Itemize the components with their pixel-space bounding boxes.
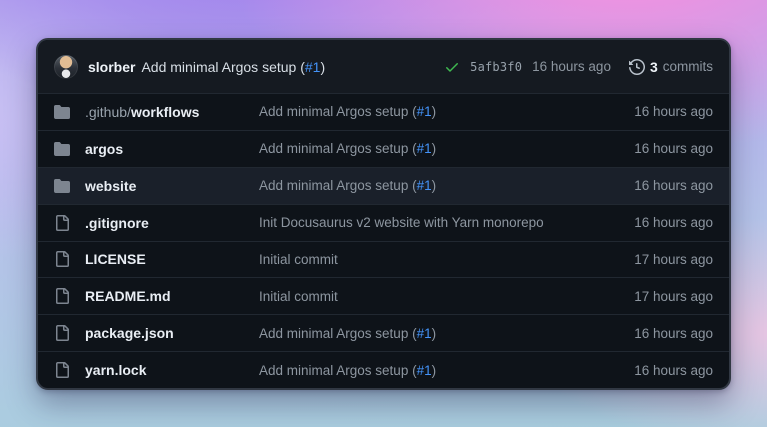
- file-icon: [54, 288, 70, 304]
- row-commit-message[interactable]: Init Docusaurus v2 website with Yarn mon…: [259, 215, 593, 230]
- file-name[interactable]: yarn.lock: [85, 362, 146, 378]
- file-name[interactable]: website: [85, 178, 136, 194]
- file-name[interactable]: argos: [85, 141, 123, 157]
- file-name-link[interactable]: package.json: [85, 325, 174, 341]
- file-name[interactable]: workflows: [131, 104, 199, 120]
- file-row[interactable]: yarn.lock Add minimal Argos setup (#1) 1…: [38, 351, 729, 388]
- row-commit-message-suffix: ): [432, 178, 437, 193]
- file-name[interactable]: README.md: [85, 288, 171, 304]
- file-name-link[interactable]: .github/workflows: [85, 104, 199, 120]
- file-name-cell: .gitignore: [54, 215, 259, 231]
- file-row[interactable]: .github/workflows Add minimal Argos setu…: [38, 93, 729, 130]
- commit-author[interactable]: slorber: [88, 59, 135, 75]
- file-name-link[interactable]: LICENSE: [85, 251, 146, 267]
- commit-history-link[interactable]: 3 commits: [629, 59, 713, 75]
- row-pr-link[interactable]: #1: [417, 141, 432, 156]
- file-row[interactable]: LICENSE Initial commit 17 hours ago: [38, 241, 729, 278]
- latest-commit-bar: slorber Add minimal Argos setup (#1) 5af…: [38, 40, 729, 93]
- row-commit-time: 16 hours ago: [593, 363, 713, 378]
- row-commit-message-text[interactable]: Add minimal Argos setup (: [259, 141, 417, 156]
- row-commit-time: 17 hours ago: [593, 252, 713, 267]
- file-name-link[interactable]: README.md: [85, 288, 171, 304]
- file-name-cell: website: [54, 178, 259, 194]
- row-commit-time: 16 hours ago: [593, 141, 713, 156]
- row-commit-message-suffix: ): [432, 363, 437, 378]
- commit-hash[interactable]: 5afb3f0: [470, 60, 522, 74]
- row-commit-message-suffix: ): [432, 326, 437, 341]
- row-commit-time: 16 hours ago: [593, 326, 713, 341]
- file-name-cell: .github/workflows: [54, 104, 259, 120]
- file-name[interactable]: package.json: [85, 325, 174, 341]
- commit-message[interactable]: Add minimal Argos setup (#1): [141, 59, 325, 75]
- row-pr-link[interactable]: #1: [417, 326, 432, 341]
- file-name-prefix[interactable]: .github/: [85, 104, 131, 120]
- row-commit-message-text[interactable]: Add minimal Argos setup (: [259, 178, 417, 193]
- file-icon: [54, 362, 70, 378]
- row-commit-time: 17 hours ago: [593, 289, 713, 304]
- row-commit-time: 16 hours ago: [593, 104, 713, 119]
- file-name-cell: yarn.lock: [54, 362, 259, 378]
- history-icon: [629, 59, 645, 75]
- user-avatar[interactable]: [54, 55, 78, 79]
- file-name-link[interactable]: .gitignore: [85, 215, 149, 231]
- commit-message-text[interactable]: Add minimal Argos setup (: [141, 59, 304, 75]
- row-commit-message[interactable]: Add minimal Argos setup (#1): [259, 141, 593, 156]
- commits-count: 3: [650, 59, 658, 75]
- file-name-cell: argos: [54, 141, 259, 157]
- row-commit-message-text[interactable]: Initial commit: [259, 289, 338, 304]
- pr-link[interactable]: #1: [305, 59, 321, 75]
- file-row[interactable]: README.md Initial commit 17 hours ago: [38, 277, 729, 314]
- file-name-link[interactable]: website: [85, 178, 136, 194]
- file-list: .github/workflows Add minimal Argos setu…: [38, 93, 729, 388]
- file-name-cell: package.json: [54, 325, 259, 341]
- file-icon: [54, 251, 70, 267]
- row-commit-message-text[interactable]: Initial commit: [259, 252, 338, 267]
- row-commit-message[interactable]: Initial commit: [259, 252, 593, 267]
- row-commit-message[interactable]: Add minimal Argos setup (#1): [259, 178, 593, 193]
- row-commit-time: 16 hours ago: [593, 178, 713, 193]
- check-icon[interactable]: [444, 59, 460, 75]
- row-commit-message[interactable]: Add minimal Argos setup (#1): [259, 326, 593, 341]
- file-row[interactable]: package.json Add minimal Argos setup (#1…: [38, 314, 729, 351]
- row-commit-message[interactable]: Initial commit: [259, 289, 593, 304]
- row-commit-message-text[interactable]: Add minimal Argos setup (: [259, 363, 417, 378]
- file-row[interactable]: website Add minimal Argos setup (#1) 16 …: [38, 167, 729, 204]
- file-name[interactable]: .gitignore: [85, 215, 149, 231]
- file-row[interactable]: argos Add minimal Argos setup (#1) 16 ho…: [38, 130, 729, 167]
- file-name-link[interactable]: argos: [85, 141, 123, 157]
- commits-label: commits: [663, 59, 713, 74]
- repo-file-browser: slorber Add minimal Argos setup (#1) 5af…: [36, 38, 731, 390]
- folder-icon: [54, 178, 70, 194]
- row-commit-time: 16 hours ago: [593, 215, 713, 230]
- row-commit-message[interactable]: Add minimal Argos setup (#1): [259, 363, 593, 378]
- commit-message-suffix: ): [320, 59, 325, 75]
- folder-icon: [54, 141, 70, 157]
- file-name-cell: README.md: [54, 288, 259, 304]
- row-commit-message[interactable]: Add minimal Argos setup (#1): [259, 104, 593, 119]
- row-commit-message-text[interactable]: Init Docusaurus v2 website with Yarn mon…: [259, 215, 544, 230]
- row-pr-link[interactable]: #1: [417, 363, 432, 378]
- commit-timestamp: 16 hours ago: [532, 59, 611, 74]
- row-commit-message-suffix: ): [432, 104, 437, 119]
- row-commit-message-suffix: ): [432, 141, 437, 156]
- row-pr-link[interactable]: #1: [417, 178, 432, 193]
- row-pr-link[interactable]: #1: [417, 104, 432, 119]
- file-name-link[interactable]: yarn.lock: [85, 362, 146, 378]
- file-icon: [54, 215, 70, 231]
- row-commit-message-text[interactable]: Add minimal Argos setup (: [259, 104, 417, 119]
- folder-icon: [54, 104, 70, 120]
- file-icon: [54, 325, 70, 341]
- file-name-cell: LICENSE: [54, 251, 259, 267]
- row-commit-message-text[interactable]: Add minimal Argos setup (: [259, 326, 417, 341]
- file-name[interactable]: LICENSE: [85, 251, 146, 267]
- file-row[interactable]: .gitignore Init Docusaurus v2 website wi…: [38, 204, 729, 241]
